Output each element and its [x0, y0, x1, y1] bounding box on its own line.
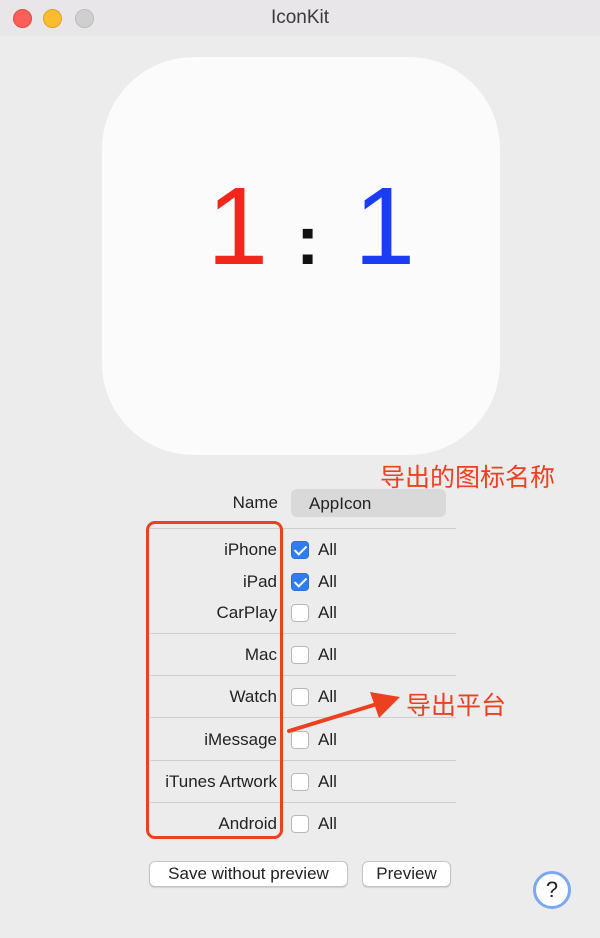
- all-label-android: All: [318, 814, 337, 833]
- checkbox-ipad-all[interactable]: [291, 573, 309, 591]
- checkbox-mac-all[interactable]: [291, 646, 309, 664]
- annotation-export-platform: 导出平台: [406, 691, 507, 720]
- all-label-carplay: All: [318, 603, 337, 622]
- checkbox-watch-all[interactable]: [291, 688, 309, 706]
- ratio-colon: :: [296, 201, 320, 279]
- name-label: Name: [232, 493, 278, 512]
- checkbox-iphone-all[interactable]: [291, 541, 309, 559]
- all-label-mac: All: [318, 645, 337, 664]
- checkbox-android-all[interactable]: [291, 815, 309, 833]
- ratio-left-number: 1: [207, 165, 269, 288]
- platform-highlight-box: [146, 521, 283, 839]
- ratio-right-number: 1: [354, 165, 416, 288]
- checkbox-imessage-all[interactable]: [291, 731, 309, 749]
- icon-preview: 1 : 1: [102, 57, 500, 455]
- all-label-imessage: All: [318, 730, 337, 749]
- window-title: IconKit: [270, 7, 330, 28]
- preview-button[interactable]: Preview: [362, 861, 451, 887]
- all-label-itunes-artwork: All: [318, 772, 337, 791]
- checkbox-itunes-artwork-all[interactable]: [291, 773, 309, 791]
- save-without-preview-button[interactable]: Save without preview: [149, 861, 348, 887]
- name-input[interactable]: AppIcon: [291, 489, 446, 517]
- all-label-iphone: All: [318, 540, 337, 559]
- all-label-ipad: All: [318, 572, 337, 591]
- checkbox-carplay-all[interactable]: [291, 604, 309, 622]
- help-button[interactable]: ?: [533, 871, 571, 909]
- all-label-watch: All: [318, 687, 337, 706]
- title-bar: IconKit: [0, 0, 600, 36]
